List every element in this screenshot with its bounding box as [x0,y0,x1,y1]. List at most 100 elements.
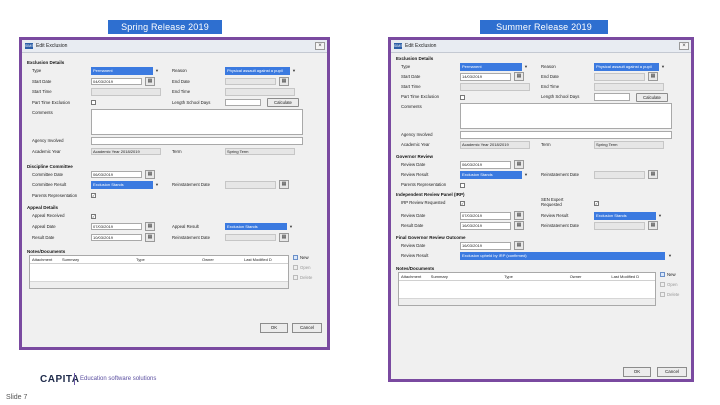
appeal-date-field[interactable]: 07/03/2019 [91,222,142,231]
horizontal-scrollbar[interactable] [30,281,288,289]
review-date-field[interactable]: 06/03/2019 [460,161,511,169]
calendar-icon[interactable]: ▦ [145,232,155,242]
irp-result-date-field[interactable]: 16/03/2019 [460,222,511,230]
cancel-button[interactable]: Cancel [657,367,687,377]
appeal-result-label: Appeal Result [172,223,199,229]
tagline: Education software solutions [80,376,157,382]
calendar-icon[interactable]: ▦ [514,221,524,230]
reinstatement-date-label: Reinstatement Date [541,223,579,228]
irp-requested-checkbox[interactable]: ✓ [460,200,465,206]
new-note-button[interactable]: New [660,272,676,278]
final-review-date-field[interactable]: 16/03/2019 [460,242,511,250]
column-header[interactable]: Last Modified D [242,256,288,263]
chevron-down-icon[interactable]: ▼ [287,223,295,231]
comments-textarea[interactable] [460,103,672,129]
parents-representation-label: Parents Representation [32,192,78,198]
calendar-icon[interactable]: ▦ [145,221,155,231]
ok-button[interactable]: OK [260,323,288,333]
horizontal-scrollbar[interactable] [399,298,655,305]
committee-result-label: Committee Result [32,182,67,188]
end-date-field [594,73,645,81]
parents-representation-checkbox[interactable] [460,182,465,188]
calculate-button[interactable]: Calculate [267,98,299,108]
ok-button[interactable]: OK [623,367,651,377]
section-exclusion-details: Exclusion Details [396,56,434,61]
final-review-result-select[interactable]: Exclusion upheld by IRP (confirmed) [460,252,665,260]
start-date-field[interactable]: 14/03/2019 [460,73,511,81]
reason-select[interactable]: Physical assault against a pupil [594,63,659,71]
chevron-down-icon[interactable]: ▼ [522,63,530,71]
committee-date-field[interactable]: 06/03/2019 [91,170,142,179]
reason-select[interactable]: Physical assault against a pupil [225,67,290,75]
column-header[interactable]: Owner [200,256,242,263]
start-time-field [460,83,530,91]
type-select[interactable]: Permanent [460,63,522,71]
chevron-down-icon[interactable]: ▼ [522,171,530,179]
slide-number: Slide 7 [6,394,28,401]
chevron-down-icon[interactable]: ▼ [659,63,667,71]
notes-grid[interactable]: Attachment Summary Type Owner Last Modif… [398,272,656,306]
parents-representation-checkbox[interactable]: ✓ [91,193,96,199]
column-header[interactable]: Summary [429,273,502,280]
reinstatement-date-field [225,233,276,242]
comments-label: Comments [401,104,422,109]
review-result-select[interactable]: Exclusion Stands [460,171,522,179]
column-header[interactable]: Type [502,273,567,280]
calendar-icon: ▦ [648,221,658,230]
irp-review-date-field[interactable]: 07/03/2019 [460,212,511,220]
open-icon [293,265,298,271]
notes-grid[interactable]: Attachment Summary Type Owner Last Modif… [29,255,289,290]
chevron-down-icon[interactable]: ▼ [656,212,664,220]
part-time-checkbox[interactable] [460,94,465,100]
irp-review-result-select[interactable]: Exclusion Stands [594,212,656,220]
length-field[interactable] [594,93,630,101]
calendar-icon: ▦ [648,170,658,179]
calendar-icon[interactable]: ▦ [514,160,524,169]
new-note-button[interactable]: New [293,255,309,261]
calendar-icon[interactable]: ▦ [514,72,524,81]
chevron-down-icon[interactable]: ▼ [153,67,161,75]
result-date-label: Result Date [32,234,55,240]
type-select[interactable]: Permanent [91,67,153,75]
end-time-field [225,88,295,96]
agency-field[interactable] [460,131,672,139]
start-date-field[interactable]: 04/03/2019 [91,77,142,86]
cancel-button[interactable]: Cancel [292,323,322,333]
section-final-governor-review: Final Governor Review Outcome [396,235,466,240]
term-label: Term [172,148,182,154]
column-header[interactable]: Summary [60,256,134,263]
calendar-icon[interactable]: ▦ [514,241,524,250]
appeal-received-checkbox[interactable]: ✓ [91,213,96,219]
irp-result-date-label: Result Date [401,223,424,228]
chevron-down-icon[interactable]: ▼ [153,181,161,189]
start-time-label: Start Time [401,84,421,89]
chevron-down-icon[interactable]: ▼ [666,252,674,260]
open-note-button: Open [293,265,311,271]
column-header[interactable]: Owner [568,273,610,280]
irp-review-date-label: Review Date [401,213,426,218]
result-date-field[interactable]: 10/03/2019 [91,233,142,242]
window-titlebar: SIMS Edit Exclusion × [22,40,327,53]
calendar-icon[interactable]: ▦ [514,211,524,220]
sen-expert-checkbox[interactable]: ✓ [594,200,599,206]
close-icon[interactable]: × [315,42,325,50]
calendar-icon[interactable]: ▦ [145,76,155,86]
committee-result-select[interactable]: Exclusion Stands [91,181,153,189]
column-header[interactable]: Attachment [399,273,429,280]
column-header[interactable]: Attachment [30,256,60,263]
window-titlebar: SIMS Edit Exclusion × [391,40,691,53]
column-header[interactable]: Last Modified D [609,273,655,280]
part-time-checkbox[interactable] [91,100,96,106]
length-field[interactable] [225,98,261,107]
close-icon[interactable]: × [679,42,689,50]
agency-field[interactable] [91,137,303,145]
summer-release-banner: Summer Release 2019 [480,20,608,34]
calculate-button[interactable]: Calculate [636,92,668,102]
comments-textarea[interactable] [91,109,303,136]
reinstatement-date-field [225,181,276,189]
appeal-result-select[interactable]: Exclusion Stands [225,222,287,231]
column-header[interactable]: Type [134,256,200,263]
calendar-icon[interactable]: ▦ [145,169,155,179]
chevron-down-icon[interactable]: ▼ [290,67,298,75]
length-label: Length School Days [172,99,211,105]
